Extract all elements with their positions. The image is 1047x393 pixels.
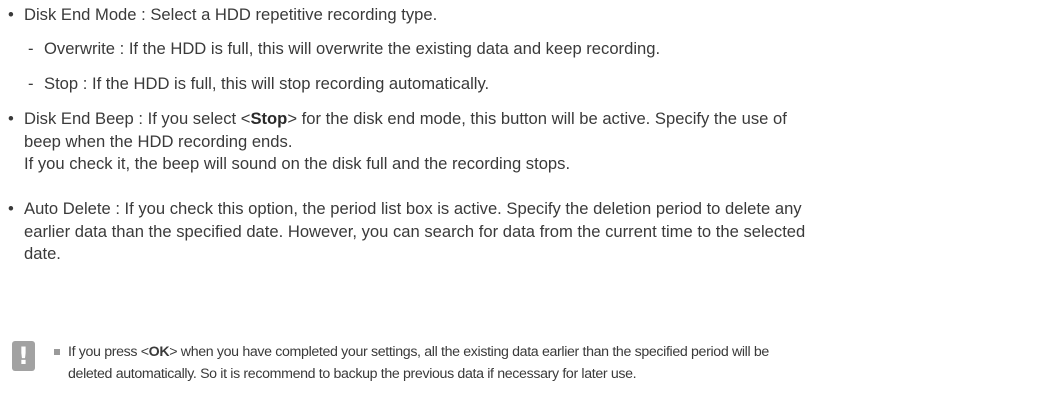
bullet-disk-end-beep: • Disk End Beep : If you select <Stop> f… — [8, 108, 1038, 176]
auto-delete-line2: earlier data than the specified date. Ho… — [24, 221, 806, 241]
manual-page: • Disk End Mode : Select a HDD repetitiv… — [0, 0, 1047, 393]
disk-end-beep-line2: beep when the HDD recording ends. — [24, 131, 293, 151]
note-text: If you press <OK> when you have complete… — [54, 341, 1033, 385]
disk-end-beep-line1-a: Disk End Beep : If you select < — [24, 109, 251, 128]
sub-item-stop: - Stop : If the HDD is full, this will st… — [28, 73, 1028, 96]
ok-keyword: OK — [148, 344, 170, 360]
disk-end-beep-text: Disk End Beep : If you select <Stop> for… — [24, 108, 1038, 176]
bullet-disk-end-mode: • Disk End Mode : Select a HDD repetitiv… — [8, 4, 1038, 27]
auto-delete-line3: date. — [24, 244, 61, 263]
sub-item-overwrite: - Overwrite : If the HDD is full, this wi… — [28, 38, 1028, 61]
overwrite-text: Overwrite : If the HDD is full, this wil… — [44, 39, 661, 58]
bullet-dot: • — [8, 199, 14, 218]
disk-end-beep-line1-b: > for the disk end mode, this button wil… — [287, 109, 787, 128]
note-line1-b: > when you have completed your settings,… — [169, 344, 769, 360]
disk-end-mode-text: Disk End Mode : Select a HDD repetitive … — [24, 5, 438, 24]
square-bullet-icon — [54, 349, 60, 355]
note-line1-a: If you press < — [68, 344, 149, 360]
auto-delete-line1: Auto Delete : If you check this option, … — [24, 199, 802, 218]
auto-delete-text: Auto Delete : If you check this option, … — [24, 198, 1038, 266]
sub-dash: - — [28, 39, 34, 58]
bullet-dot: • — [8, 5, 14, 24]
bullet-auto-delete: • Auto Delete : If you check this option… — [8, 198, 1038, 266]
sub-dash: - — [28, 74, 34, 93]
stop-keyword: Stop — [250, 109, 288, 128]
exclamation-icon: ! — [12, 341, 35, 371]
note-line2: deleted automatically. So it is recommen… — [68, 366, 637, 382]
bullet-dot: • — [8, 109, 14, 128]
stop-text: Stop : If the HDD is full, this will sto… — [44, 74, 490, 93]
disk-end-beep-line3: If you check it, the beep will sound on … — [24, 154, 571, 173]
